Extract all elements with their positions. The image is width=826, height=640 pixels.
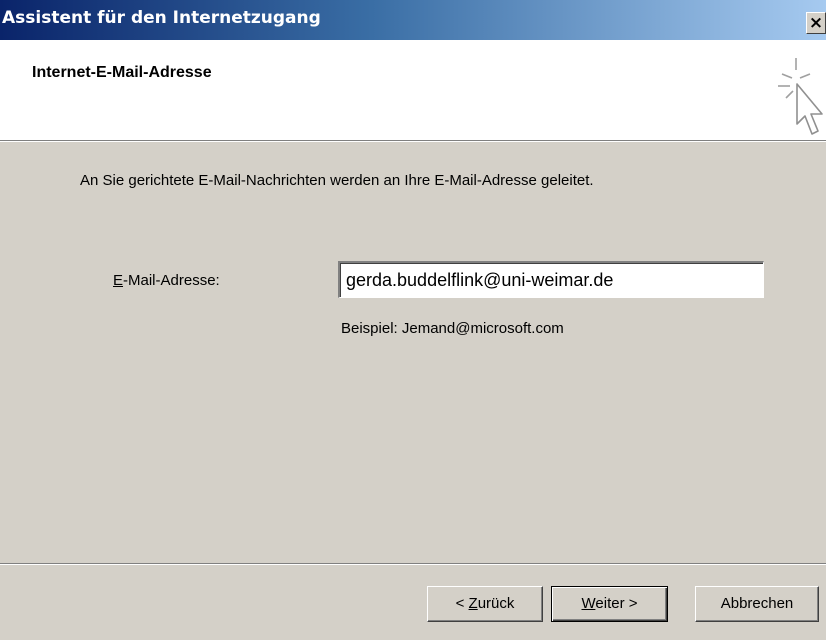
- back-button-accelerator: Z: [468, 595, 478, 612]
- email-input[interactable]: [338, 261, 764, 298]
- email-label-accelerator: E: [113, 272, 124, 289]
- page-title: Internet-E-Mail-Adresse: [32, 64, 212, 81]
- wizard-cursor-icon: [778, 58, 823, 135]
- example-text: Beispiel: Jemand@microsoft.com: [341, 320, 564, 337]
- close-icon: ×: [808, 13, 824, 33]
- back-button[interactable]: < Zurück: [427, 586, 543, 622]
- next-button[interactable]: Weiter >: [551, 586, 668, 622]
- window-title: Assistent für den Internetzugang: [2, 8, 321, 28]
- cancel-button-label: Abbrechen: [720, 595, 794, 612]
- cancel-button[interactable]: Abbrechen: [695, 586, 819, 622]
- email-label-text: -Mail-Adresse:: [123, 272, 220, 289]
- back-button-prefix: <: [455, 595, 469, 612]
- title-bar[interactable]: Assistent für den Internetzugang ×: [0, 0, 826, 40]
- email-label: E-Mail-Adresse:: [113, 272, 220, 289]
- footer-divider-highlight: [0, 564, 826, 565]
- wizard-header: Internet-E-Mail-Adresse: [0, 40, 826, 140]
- back-button-label: urück: [477, 595, 515, 612]
- description-text: An Sie gerichtete E-Mail-Nachrichten wer…: [80, 172, 594, 189]
- next-button-accelerator: W: [581, 595, 596, 612]
- close-button[interactable]: ×: [806, 12, 826, 34]
- next-button-label: eiter >: [595, 595, 638, 612]
- header-divider-highlight: [0, 141, 826, 142]
